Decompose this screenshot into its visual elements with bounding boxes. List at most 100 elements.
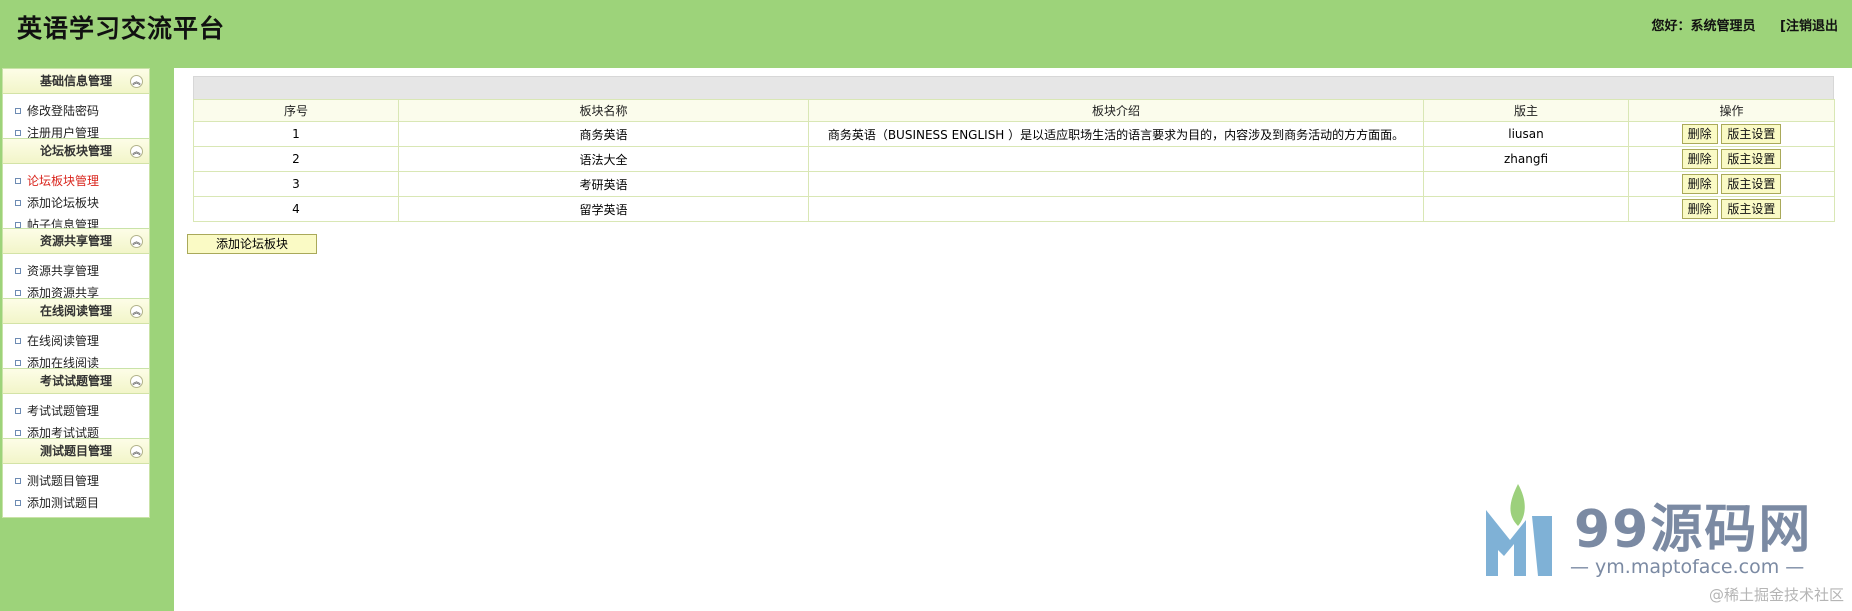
sidebar-item-label: 添加论坛板块 <box>27 196 100 210</box>
column-header-actions: 操作 <box>1628 99 1835 122</box>
bullet-icon <box>15 338 21 344</box>
bullet-icon <box>15 430 21 436</box>
menu-group-reading: 在线阅读管理 ︽ 在线阅读管理 添加在线阅读 <box>2 298 150 378</box>
sidebar-item-add-test[interactable]: 添加测试题目 <box>3 492 149 514</box>
cell-name: 考研英语 <box>398 171 809 197</box>
bullet-icon <box>15 178 21 184</box>
bullet-icon <box>15 360 21 366</box>
table-caption-bar <box>193 76 1834 99</box>
column-header-name: 板块名称 <box>398 99 809 122</box>
table-row: 2 语法大全 zhangfi 删除 版主设置 <box>193 146 1835 172</box>
menu-group-title: 论坛板块管理 <box>39 144 112 158</box>
cell-intro <box>808 196 1424 222</box>
sidebar-item-label: 考试试题管理 <box>27 404 100 418</box>
chevron-up-double-icon[interactable]: ︽ <box>130 375 143 388</box>
set-moderator-button[interactable]: 版主设置 <box>1721 174 1782 194</box>
add-forum-button[interactable]: 添加论坛板块 <box>187 234 317 254</box>
table-row: 3 考研英语 删除 版主设置 <box>193 171 1835 197</box>
sidebar-item-add-forum[interactable]: 添加论坛板块 <box>3 192 149 214</box>
delete-button[interactable]: 删除 <box>1681 174 1718 194</box>
table-header-row: 序号 板块名称 板块介绍 版主 操作 <box>193 99 1835 122</box>
cell-actions: 删除 版主设置 <box>1628 121 1835 147</box>
sidebar-item-change-password[interactable]: 修改登陆密码 <box>3 100 149 122</box>
bullet-icon <box>15 130 21 136</box>
delete-button[interactable]: 删除 <box>1681 199 1718 219</box>
menu-group-test: 测试题目管理 ︽ 测试题目管理 添加测试题目 <box>2 438 150 518</box>
bullet-icon <box>15 108 21 114</box>
menu-group-title: 基础信息管理 <box>39 74 112 88</box>
watermark-corner: @稀土掘金技术社区 <box>1708 586 1844 604</box>
table-row: 4 留学英语 删除 版主设置 <box>193 196 1835 222</box>
cell-no: 4 <box>193 196 399 222</box>
cell-actions: 删除 版主设置 <box>1628 196 1835 222</box>
sidebar-item-label: 修改登陆密码 <box>27 104 100 118</box>
delete-button[interactable]: 删除 <box>1681 149 1718 169</box>
column-header-intro: 板块介绍 <box>808 99 1424 122</box>
bullet-icon <box>15 268 21 274</box>
menu-group-basic-info: 基础信息管理 ︽ 修改登陆密码 注册用户管理 <box>2 68 150 148</box>
menu-group-resources: 资源共享管理 ︽ 资源共享管理 添加资源共享 <box>2 228 150 308</box>
cell-moderator: zhangfi <box>1423 146 1629 172</box>
menu-group-header[interactable]: 在线阅读管理 ︽ <box>3 299 149 324</box>
sidebar-item-label: 添加测试题目 <box>27 496 100 510</box>
cell-actions: 删除 版主设置 <box>1628 171 1835 197</box>
cell-no: 3 <box>193 171 399 197</box>
delete-button[interactable]: 删除 <box>1681 124 1718 144</box>
chevron-up-double-icon[interactable]: ︽ <box>130 145 143 158</box>
cell-intro <box>808 171 1424 197</box>
column-header-moderator: 版主 <box>1423 99 1629 122</box>
sidebar: 基础信息管理 ︽ 修改登陆密码 注册用户管理 论坛板块管理 ︽ 论坛板块管理 添… <box>0 68 174 611</box>
cell-name: 留学英语 <box>398 196 809 222</box>
chevron-up-double-icon[interactable]: ︽ <box>130 305 143 318</box>
set-moderator-button[interactable]: 版主设置 <box>1721 124 1782 144</box>
chevron-up-double-icon[interactable]: ︽ <box>130 75 143 88</box>
sidebar-item-label: 论坛板块管理 <box>27 174 100 188</box>
watermark-logo-icon <box>1486 484 1552 576</box>
cell-no: 2 <box>193 146 399 172</box>
cell-moderator <box>1423 196 1629 222</box>
sidebar-item-exam-management[interactable]: 考试试题管理 <box>3 400 149 422</box>
cell-actions: 删除 版主设置 <box>1628 146 1835 172</box>
cell-no: 1 <box>193 121 399 147</box>
bullet-icon <box>15 408 21 414</box>
cell-moderator <box>1423 171 1629 197</box>
sidebar-item-resource-management[interactable]: 资源共享管理 <box>3 260 149 282</box>
menu-group-title: 测试题目管理 <box>39 444 112 458</box>
chevron-up-double-icon[interactable]: ︽ <box>130 235 143 248</box>
bullet-icon <box>15 290 21 296</box>
cell-name: 语法大全 <box>398 146 809 172</box>
menu-group-header[interactable]: 基础信息管理 ︽ <box>3 69 149 94</box>
sidebar-item-forum-management[interactable]: 论坛板块管理 <box>3 170 149 192</box>
table-row: 1 商务英语 商务英语（BUSINESS ENGLISH ）是以适应职场生活的语… <box>193 121 1835 147</box>
header: 英语学习交流平台 您好：系统管理员 [注销退出 <box>0 0 1852 68</box>
sidebar-item-label: 在线阅读管理 <box>27 334 100 348</box>
cell-intro: 商务英语（BUSINESS ENGLISH ）是以适应职场生活的语言要求为目的，… <box>808 121 1424 147</box>
cell-intro <box>808 146 1424 172</box>
sidebar-item-label: 测试题目管理 <box>27 474 100 488</box>
bullet-icon <box>15 478 21 484</box>
menu-group-header[interactable]: 测试题目管理 ︽ <box>3 439 149 464</box>
forum-table-wrapper: 序号 板块名称 板块介绍 版主 操作 1 商务英语 商务英语（BUSINESS … <box>193 76 1835 222</box>
sidebar-item-test-management[interactable]: 测试题目管理 <box>3 470 149 492</box>
sidebar-item-reading-management[interactable]: 在线阅读管理 <box>3 330 149 352</box>
menu-group-exam: 考试试题管理 ︽ 考试试题管理 添加考试试题 <box>2 368 150 448</box>
cell-moderator: liusan <box>1423 121 1629 147</box>
app-title: 英语学习交流平台 <box>17 14 226 43</box>
watermark-url: — ym.maptoface.com — <box>1570 556 1805 578</box>
menu-group-forum: 论坛板块管理 ︽ 论坛板块管理 添加论坛板块 帖子信息管理 <box>2 138 150 240</box>
set-moderator-button[interactable]: 版主设置 <box>1721 149 1782 169</box>
menu-group-title: 资源共享管理 <box>39 234 112 248</box>
user-area: 您好：系统管理员 [注销退出 <box>1652 15 1839 34</box>
logout-link[interactable]: [注销退出 <box>1780 19 1838 34</box>
sidebar-item-label: 资源共享管理 <box>27 264 100 278</box>
chevron-up-double-icon[interactable]: ︽ <box>130 445 143 458</box>
menu-group-header[interactable]: 论坛板块管理 ︽ <box>3 139 149 164</box>
menu-group-title: 考试试题管理 <box>39 374 112 388</box>
menu-group-title: 在线阅读管理 <box>39 304 112 318</box>
menu-group-header[interactable]: 资源共享管理 ︽ <box>3 229 149 254</box>
column-header-no: 序号 <box>193 99 399 122</box>
set-moderator-button[interactable]: 版主设置 <box>1721 199 1782 219</box>
watermark-title: 99源码网 <box>1574 500 1813 560</box>
menu-group-header[interactable]: 考试试题管理 ︽ <box>3 369 149 394</box>
bullet-icon <box>15 500 21 506</box>
